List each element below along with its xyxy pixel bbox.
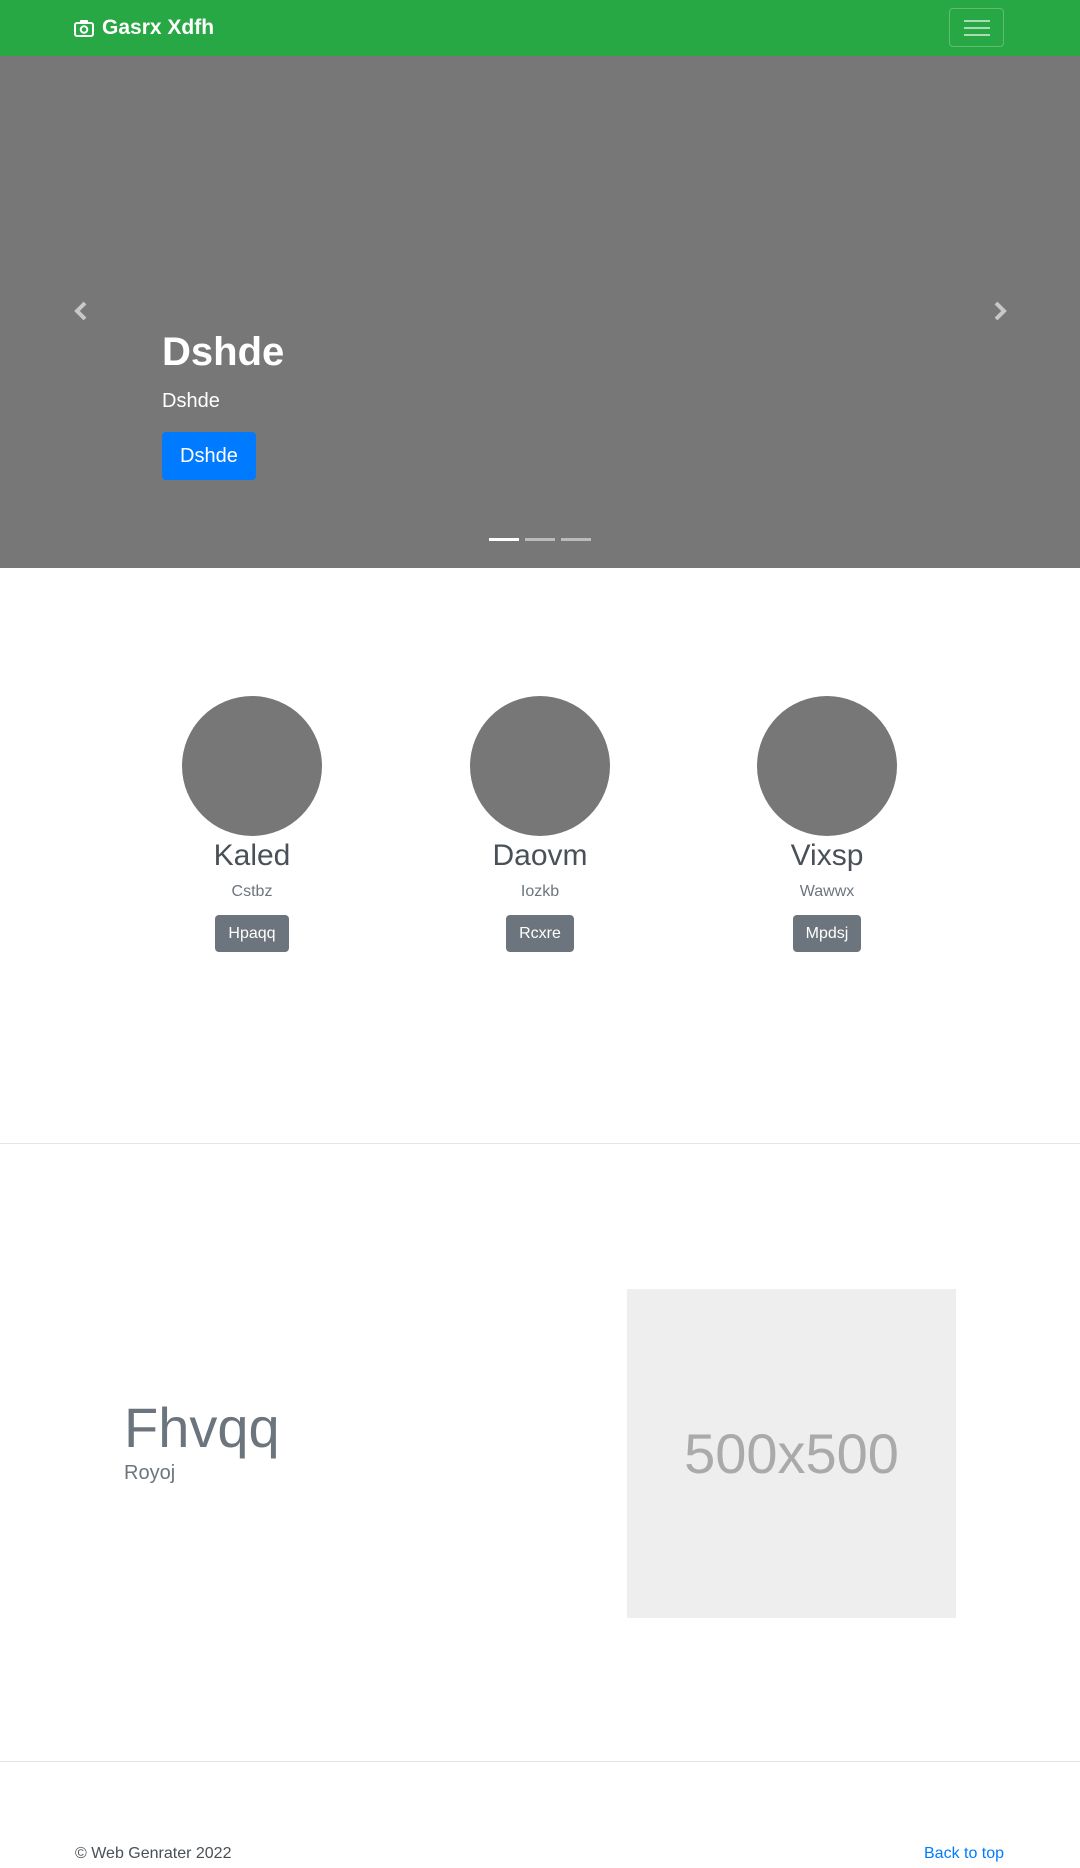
carousel-title: Dshde	[162, 330, 285, 374]
placeholder-image: 500x500	[627, 1289, 956, 1618]
person-card: Vixsp Wawwx Mpdsj	[717, 696, 937, 952]
back-to-top-link[interactable]: Back to top	[924, 1845, 1004, 1863]
person-button[interactable]: Mpdsj	[792, 915, 862, 952]
navbar-brand[interactable]: Gasrx Xdfh	[74, 0, 214, 56]
avatar	[182, 696, 322, 836]
carousel-indicator[interactable]	[525, 538, 555, 541]
feature-heading: Fhvqq	[124, 1396, 280, 1459]
carousel-indicator[interactable]	[489, 538, 519, 541]
camera-icon	[74, 20, 94, 37]
person-name: Daovm	[492, 839, 588, 872]
carousel-button[interactable]: Dshde	[162, 432, 256, 480]
person-card: Kaled Cstbz Hpaqq	[142, 696, 362, 952]
section-divider	[0, 1761, 1080, 1762]
person-card: Daovm Iozkb Rcxre	[430, 696, 650, 952]
section-divider	[0, 1143, 1080, 1144]
avatar	[470, 696, 610, 836]
person-button[interactable]: Rcxre	[506, 915, 574, 952]
person-name: Kaled	[213, 839, 291, 872]
person-name: Vixsp	[790, 839, 864, 872]
avatar	[757, 696, 897, 836]
person-button[interactable]: Hpaqq	[215, 915, 289, 952]
person-subtitle: Cstbz	[231, 883, 273, 900]
person-subtitle: Iozkb	[520, 883, 560, 900]
carousel-prev-icon[interactable]	[70, 299, 94, 323]
carousel-next-icon[interactable]	[987, 299, 1011, 323]
brand-name: Gasrx Xdfh	[102, 16, 215, 39]
person-subtitle: Wawwx	[799, 883, 855, 900]
carousel-indicators	[489, 538, 591, 541]
footer-copyright: © Web Genrater 2022	[75, 1845, 232, 1862]
navbar: Gasrx Xdfh	[0, 0, 1080, 56]
navbar-toggler-button[interactable]	[949, 8, 1004, 47]
carousel-text: Dshde	[162, 390, 220, 412]
carousel-caption: Dshde Dshde Dshde	[162, 328, 285, 480]
carousel-indicator[interactable]	[561, 538, 591, 541]
hero-carousel: Dshde Dshde Dshde	[0, 56, 1080, 568]
placeholder-image-label: 500x500	[684, 1422, 899, 1485]
feature-subheading: Royoj	[124, 1462, 176, 1484]
hamburger-menu-icon	[963, 19, 990, 36]
